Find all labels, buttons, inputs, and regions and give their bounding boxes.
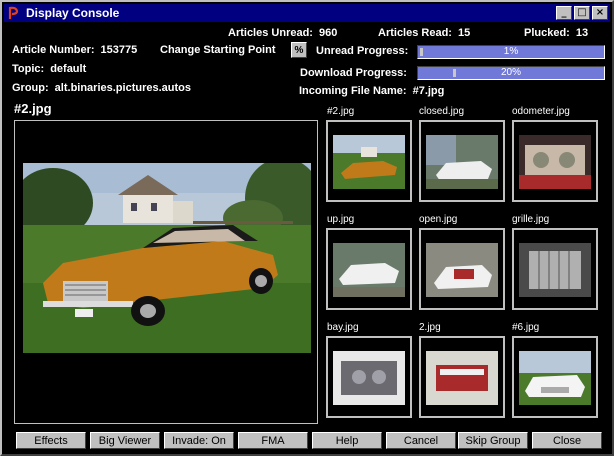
minimize-button[interactable]: _ [556,6,572,20]
thumbnail-tile[interactable] [326,228,412,310]
main-car-photo[interactable] [23,163,311,353]
unread-progress-text: 1% [503,46,519,57]
unread-progress-label: Unread Progress: [316,45,409,57]
thumbnail-label: #6.jpg [512,322,540,333]
thumbnail-label: closed.jpg [419,106,465,117]
article-number: Article Number: 153775 [12,44,137,56]
thumbnail-label: #2.jpg [327,106,355,117]
articles-unread-label: Articles Unread: [228,27,313,39]
thumbnail-image[interactable] [426,135,498,189]
thumbnail-image[interactable] [333,135,405,189]
fma-button[interactable]: FMA [238,432,308,449]
cancel-button[interactable]: Cancel [386,432,456,449]
change-starting-point-label: Change Starting Point [160,44,276,56]
thumbnail-label: grille.jpg [512,214,550,225]
download-progress-text: 20% [500,67,521,78]
incoming-file-label: Incoming File Name: [299,85,407,97]
thumbnail-tile[interactable] [419,228,505,310]
main-image-frame[interactable] [14,120,318,424]
thumbnail-label: bay.jpg [327,322,359,333]
plucked-value: 13 [575,27,589,39]
topic-value: default [50,63,87,75]
thumbnail-image[interactable] [426,243,498,297]
close-button[interactable]: Close [532,432,602,449]
incoming-file-value: #7.jpg [412,85,445,97]
maximize-button[interactable]: □ [574,6,590,20]
display-console-window: Display Console _ □ × Articles Unread: 96… [0,0,614,456]
thumbnail-image[interactable] [519,351,591,405]
main-image-name: #2.jpg [14,101,52,116]
bottom-button-bar: Effects Big Viewer Invade: On FMA Help C… [16,432,602,450]
close-window-button[interactable]: × [592,6,608,20]
thumbnail-image[interactable] [519,243,591,297]
plucked-label: Plucked: [524,27,570,39]
thumbnail-tile[interactable] [419,120,505,202]
article-number-label: Article Number: [12,44,95,56]
group-label: Group: [12,82,49,94]
group-value: alt.binaries.pictures.autos [54,82,191,94]
thumbnail-label: up.jpg [327,214,355,225]
topic-label: Topic: [12,63,45,75]
articles-read-label: Articles Read: [378,27,452,39]
skip-group-button[interactable]: Skip Group [458,432,528,449]
thumbnail-label: odometer.jpg [512,106,570,117]
thumbnail-image[interactable] [426,351,498,405]
group: Group: alt.binaries.pictures.autos [12,82,191,94]
thumbnail-label: 2.jpg [419,322,441,333]
thumbnail-image[interactable] [333,243,405,297]
window-title: Display Console [26,6,120,20]
thumbnail-tile[interactable] [326,120,412,202]
plucked: Plucked: 13 [524,27,588,39]
incoming-file: Incoming File Name: #7.jpg [299,85,444,97]
title-bar[interactable]: Display Console _ □ × [4,4,610,22]
article-number-value: 153775 [100,44,138,56]
unread-progress-bar: 1% [417,45,605,59]
download-progress-bar: 20% [417,66,605,80]
thumbnail-image[interactable] [333,351,405,405]
thumbnail-tile[interactable] [512,120,598,202]
articles-read-value: 15 [457,27,471,39]
thumbnail-label: open.jpg [419,214,458,225]
download-progress-label: Download Progress: [300,67,407,79]
thumbnail-tile[interactable] [512,336,598,418]
thumbnail-tile[interactable] [512,228,598,310]
thumbnail-image[interactable] [519,135,591,189]
big-viewer-button[interactable]: Big Viewer [90,432,160,449]
effects-button[interactable]: Effects [16,432,86,449]
articles-read: Articles Read: 15 [378,27,470,39]
change-starting-point-button[interactable]: % [291,42,307,58]
thumbnail-tile[interactable] [326,336,412,418]
help-button[interactable]: Help [312,432,382,449]
thumbnail-tile[interactable] [419,336,505,418]
topic: Topic: default [12,63,86,75]
app-logo-icon [7,6,21,20]
articles-unread: Articles Unread: 960 [228,27,337,39]
articles-unread-value: 960 [318,27,338,39]
invade-toggle-button[interactable]: Invade: On [164,432,234,449]
